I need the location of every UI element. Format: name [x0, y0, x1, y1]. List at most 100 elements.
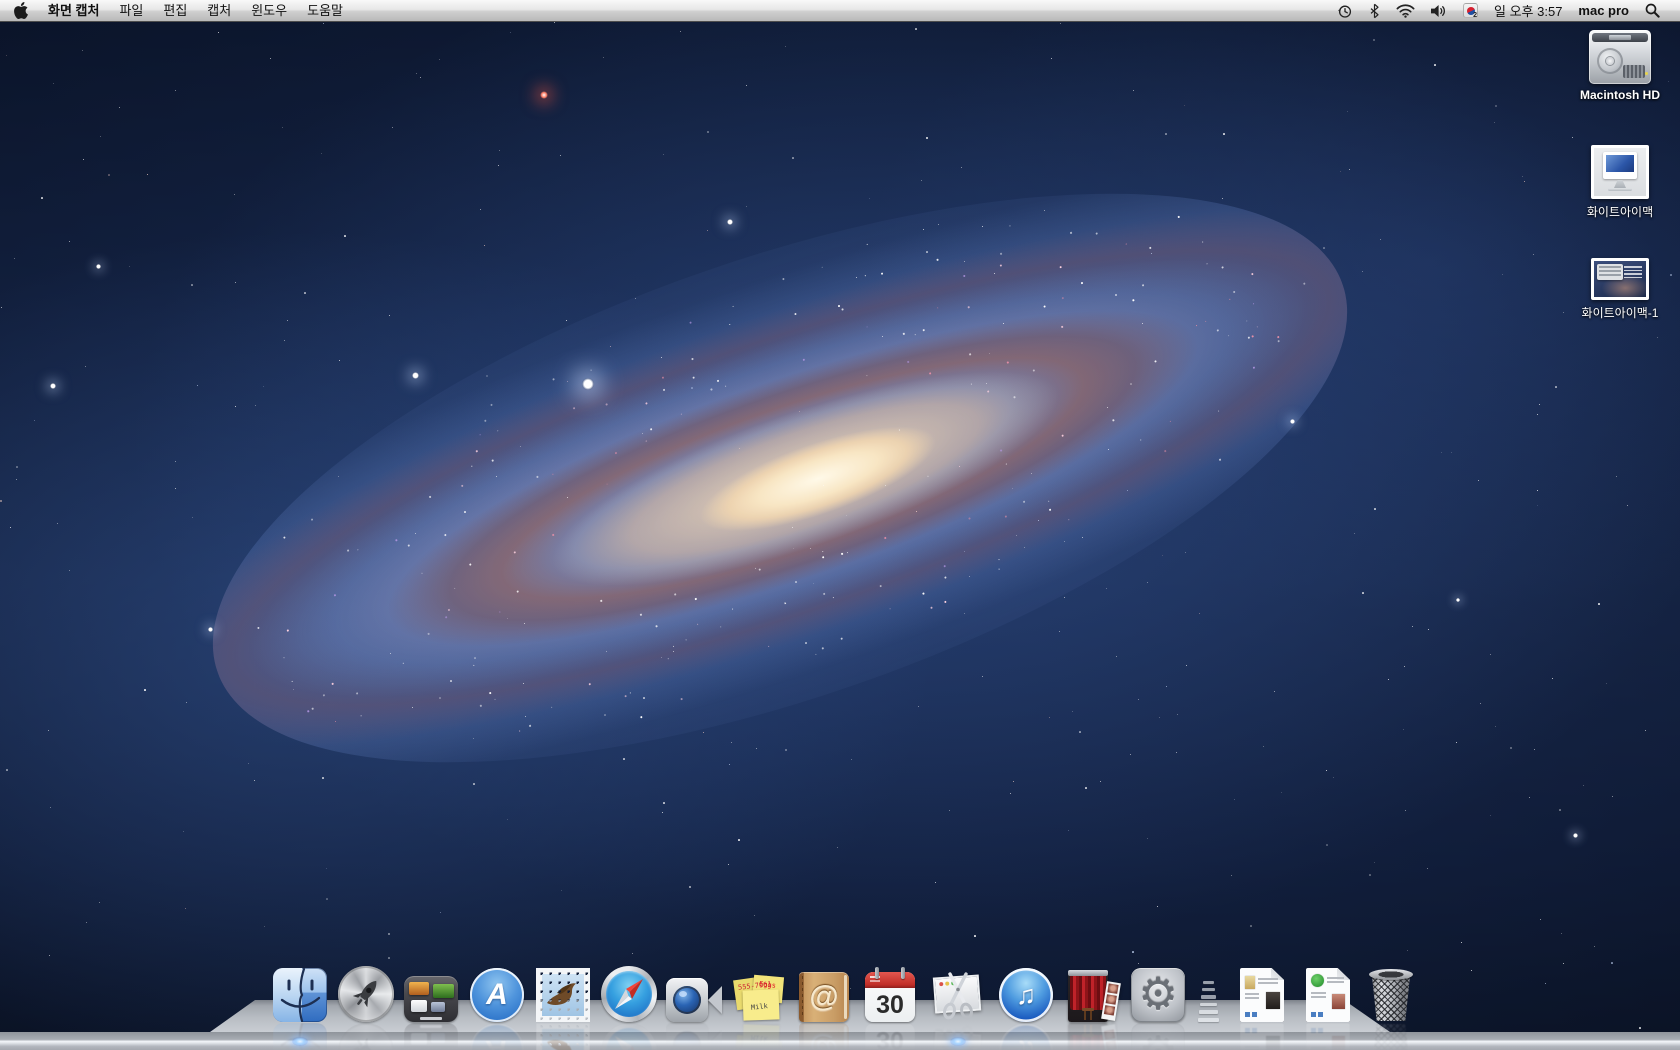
- star: [1539, 404, 1540, 405]
- star: [1594, 946, 1595, 947]
- star: [1456, 742, 1457, 743]
- bright-star: [1456, 598, 1460, 602]
- desktop-icon-label: Macintosh HD: [1550, 88, 1680, 102]
- spotlight-menu[interactable]: [1637, 0, 1668, 22]
- star: [1234, 799, 1235, 800]
- star: [923, 229, 924, 230]
- dock-item-stickies[interactable]: 555-7961 Eggs Milk 555-7961 Eggs Milk: [733, 966, 785, 1022]
- time-machine-icon: [1337, 3, 1353, 19]
- star: [284, 340, 285, 341]
- menu-edit[interactable]: 편집: [153, 0, 197, 22]
- dock-item-grab[interactable]: [931, 966, 985, 1022]
- star: [1222, 198, 1223, 199]
- star: [663, 802, 665, 804]
- star: [805, 642, 807, 644]
- dock-item-document-1[interactable]: [1240, 966, 1284, 1022]
- bluetooth-menu[interactable]: [1361, 0, 1388, 22]
- star: [1166, 686, 1167, 687]
- star: [86, 922, 87, 923]
- star: [439, 697, 441, 699]
- dock-item-facetime[interactable]: [666, 966, 722, 1022]
- star: [1186, 665, 1187, 666]
- star: [1147, 838, 1148, 839]
- dock-item-ical[interactable]: 30 30: [865, 966, 915, 1022]
- star: [1552, 678, 1553, 679]
- star: [1130, 383, 1132, 385]
- star: [1616, 476, 1617, 477]
- star: [1133, 90, 1134, 91]
- star: [707, 131, 709, 133]
- volume-menu[interactable]: [1423, 0, 1455, 22]
- star: [6, 769, 8, 771]
- dock-item-itunes[interactable]: ♫ ♫: [999, 966, 1053, 1022]
- dock-item-launchpad[interactable]: [338, 966, 394, 1022]
- dock-item-mission-control[interactable]: [404, 966, 458, 1022]
- menu-capture[interactable]: 캡처: [197, 0, 241, 22]
- star: [680, 31, 681, 32]
- apple-menu[interactable]: [0, 0, 38, 22]
- star: [287, 320, 288, 321]
- dock-item-document-2[interactable]: [1306, 966, 1350, 1022]
- star: [1471, 970, 1472, 971]
- star: [1132, 951, 1134, 953]
- dock-item-finder[interactable]: [273, 966, 327, 1022]
- star: [510, 32, 511, 33]
- star: [6, 55, 7, 56]
- grab-screenshot-icon: [931, 972, 985, 1022]
- dock-separator: [1196, 966, 1220, 1022]
- star: [1157, 906, 1158, 907]
- clock-menu[interactable]: 일 오후 3:57: [1486, 1, 1570, 20]
- star: [415, 533, 416, 534]
- star: [484, 245, 485, 246]
- star: [1162, 555, 1163, 556]
- desktop: 화면 캡처 파일 편집 캡처 윈도우 도움말: [0, 0, 1680, 1050]
- dock-item-address-book[interactable]: @ @: [799, 966, 849, 1022]
- star: [498, 165, 499, 166]
- input-source-menu[interactable]: 2: [1455, 0, 1486, 22]
- star: [1534, 749, 1535, 750]
- star: [1606, 683, 1607, 684]
- star: [1403, 729, 1404, 730]
- star: [969, 576, 970, 577]
- desktop-icon-white-imac-1[interactable]: 화이트아이맥-1: [1550, 258, 1680, 321]
- menu-window[interactable]: 윈도우: [241, 0, 297, 22]
- dock-item-system-preferences[interactable]: ⚙ ⚙: [1131, 966, 1185, 1022]
- star: [1510, 747, 1512, 749]
- star: [837, 847, 838, 848]
- star: [388, 933, 390, 935]
- desktop-icon-white-imac[interactable]: 화이트아이맥: [1550, 145, 1680, 220]
- star: [1185, 552, 1186, 553]
- star: [339, 360, 340, 361]
- star: [1407, 950, 1408, 951]
- menu-file[interactable]: 파일: [109, 0, 153, 22]
- star: [499, 150, 500, 151]
- user-menu[interactable]: mac pro: [1570, 3, 1637, 18]
- star: [235, 406, 236, 407]
- star: [1184, 105, 1185, 106]
- dock-item-safari[interactable]: [601, 966, 657, 1022]
- menu-app-name[interactable]: 화면 캡처: [38, 0, 109, 22]
- desktop-icon-macintosh-hd[interactable]: Macintosh HD: [1550, 30, 1680, 102]
- star: [703, 732, 704, 733]
- star: [50, 807, 51, 808]
- time-machine-menu[interactable]: [1329, 0, 1361, 22]
- star: [635, 298, 636, 299]
- wifi-menu[interactable]: [1388, 0, 1423, 22]
- dock-item-photo-booth[interactable]: [1066, 966, 1118, 1022]
- star: [691, 387, 693, 389]
- bright-star: [50, 383, 56, 389]
- star: [326, 868, 327, 869]
- star: [186, 702, 187, 703]
- stickies-icon: 555-7961 Eggs Milk: [733, 974, 785, 1022]
- star: [1031, 473, 1032, 474]
- star: [689, 886, 691, 888]
- menu-help[interactable]: 도움말: [297, 0, 353, 22]
- star: [197, 385, 198, 386]
- star: [69, 241, 70, 242]
- star: [282, 127, 283, 128]
- dock-item-trash[interactable]: [1368, 966, 1414, 1022]
- star: [255, 405, 256, 406]
- star: [1142, 323, 1143, 324]
- dock-item-app-store[interactable]: A A: [470, 966, 524, 1022]
- dock-item-mail[interactable]: [536, 966, 590, 1022]
